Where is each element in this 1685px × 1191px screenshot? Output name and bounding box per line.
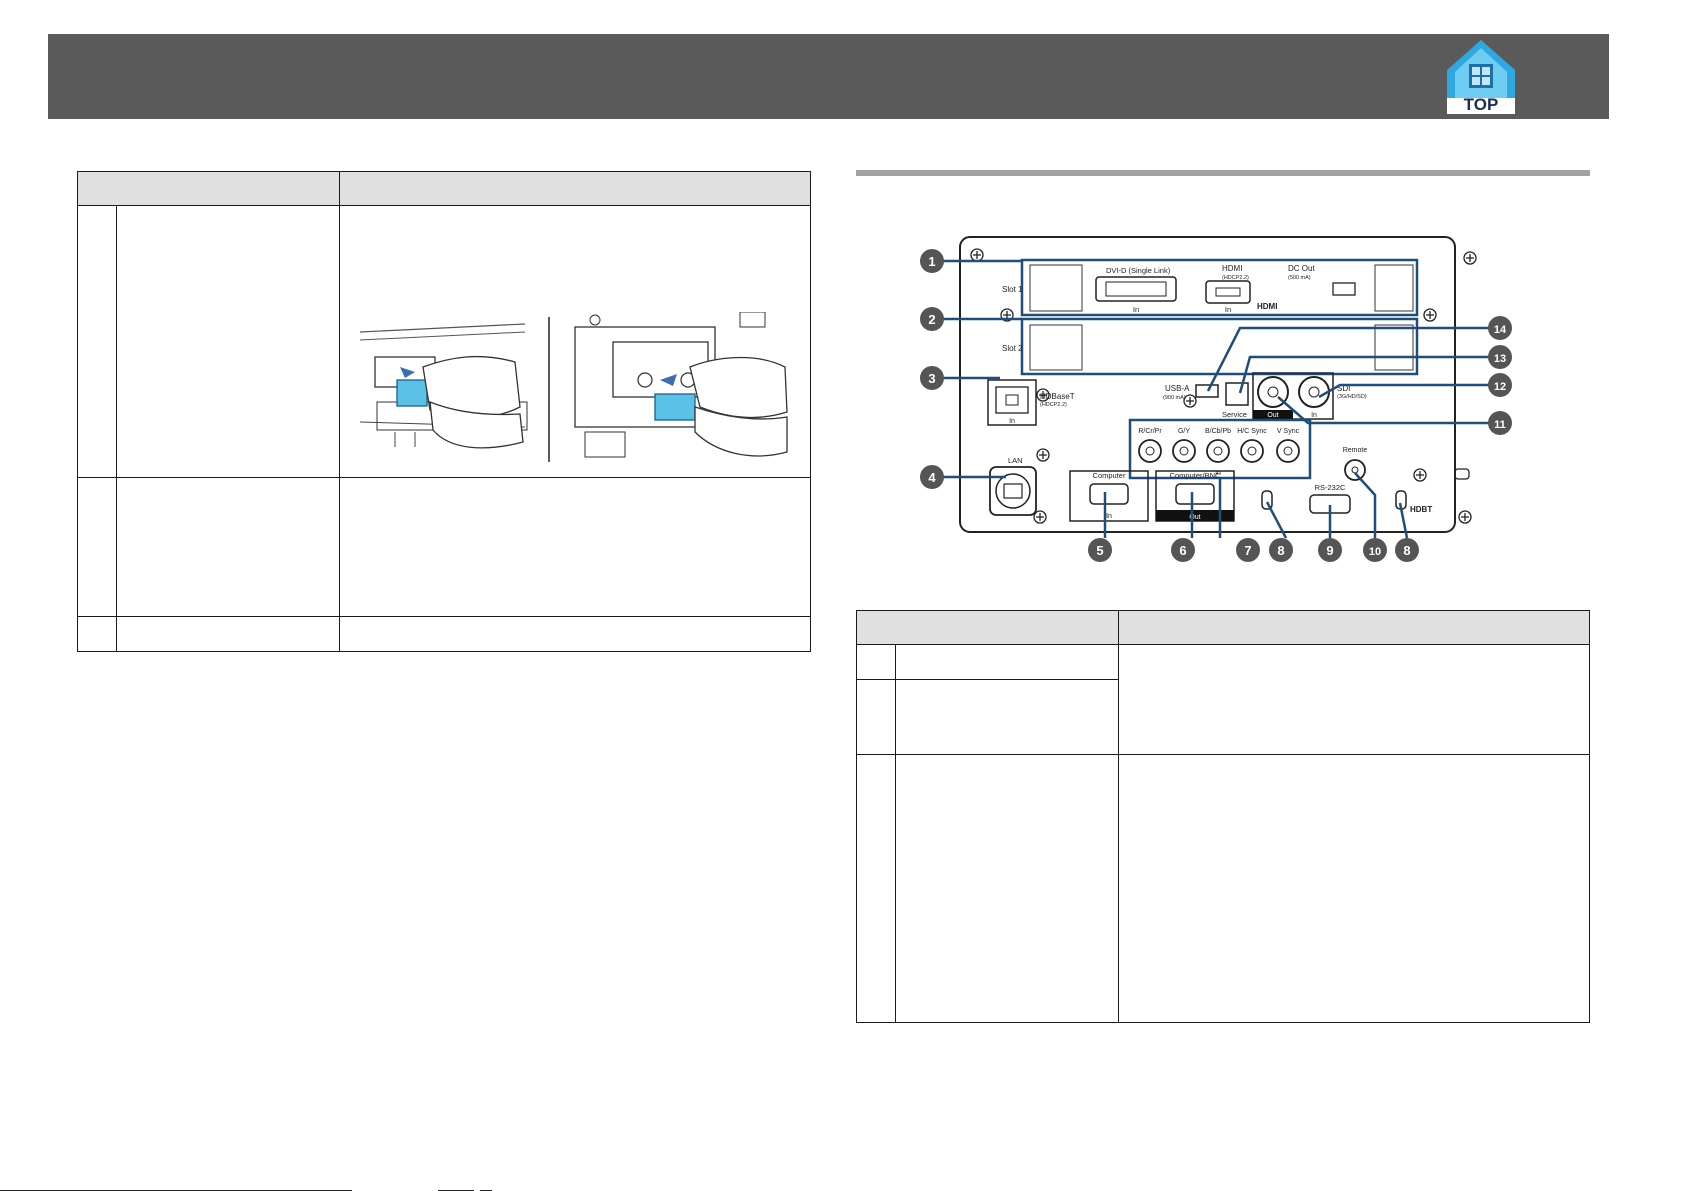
- hdbaset-sub-label: (HDCP2.2): [1040, 402, 1067, 408]
- usba-sub-label: (900 mA): [1163, 395, 1186, 401]
- dvi-label: DVI-D (Single Link): [1106, 266, 1171, 275]
- dcout-sub-label: (500 mA): [1288, 275, 1311, 281]
- table-header-row: [856, 610, 1591, 645]
- sdi-in-label: In: [1311, 412, 1317, 419]
- callout-10: 10: [1369, 546, 1381, 558]
- sdi-sub-label: (3G/HD/SD): [1337, 394, 1367, 400]
- computer-label: Computer: [1093, 471, 1126, 480]
- bnc-label: B/Cb/Pb: [1205, 428, 1231, 435]
- callout-12: 12: [1494, 381, 1506, 393]
- callout-8: 8: [1277, 543, 1284, 558]
- bnc-label: H/C Sync: [1237, 428, 1267, 435]
- callout-14: 14: [1494, 324, 1507, 336]
- rs232c-label: RS-232C: [1315, 483, 1346, 492]
- hdbt-logo: HDBT: [1410, 505, 1432, 514]
- dcout-label: DC Out: [1288, 264, 1315, 273]
- table-cell: [77, 616, 117, 652]
- callout-8b: 8: [1403, 543, 1410, 558]
- slot1-label: Slot 1: [1002, 285, 1023, 294]
- table-cell: [894, 754, 1119, 1023]
- table-row: [856, 644, 1591, 755]
- hdbaset-label: HDBaseT: [1040, 392, 1075, 401]
- hdbaset-in-label: In: [1009, 418, 1015, 425]
- left-scene: [359, 323, 528, 449]
- table-cell: [856, 644, 896, 680]
- table-cell: [338, 616, 812, 652]
- hdmi-in-label: In: [1225, 305, 1231, 314]
- table-cell: [338, 477, 812, 617]
- rear-interface-diagram: Slot 1 DVI-D (Single Link) In HDMI (HDCP…: [920, 236, 1512, 562]
- callout-2: 2: [928, 312, 935, 327]
- dvi-in-label: In: [1133, 305, 1139, 314]
- callout-5: 5: [1096, 543, 1103, 558]
- table-header-cell: [338, 171, 812, 206]
- table-header-cell: [77, 171, 340, 206]
- callout-4: 4: [928, 470, 936, 485]
- table-cell: [77, 477, 117, 617]
- table-cell: [1117, 754, 1591, 1023]
- table-cell: [894, 644, 1119, 680]
- hdmi-logo: HDMI: [1257, 302, 1277, 311]
- table-header-row: [77, 171, 812, 206]
- table-cell: [1117, 644, 1591, 755]
- callout-6: 6: [1179, 543, 1186, 558]
- bnc-label: V Sync: [1277, 428, 1300, 435]
- right-table: [856, 610, 1591, 1023]
- page-header-bar: [48, 34, 1609, 119]
- table-row: [77, 616, 812, 652]
- table-row: [77, 477, 812, 617]
- service-label: Service: [1222, 410, 1247, 419]
- remote-label: Remote: [1343, 447, 1368, 454]
- bnc-label: R/Cr/Pr: [1138, 428, 1162, 435]
- table-row: [856, 754, 1591, 1023]
- computer-bnc-label: Computer/BNC: [1170, 471, 1221, 480]
- table-cell: [894, 679, 1119, 755]
- sdi-out-label: Out: [1267, 412, 1278, 419]
- security-slot-icon: [1454, 468, 1470, 480]
- bnc-label: G/Y: [1178, 428, 1190, 435]
- table-cell: [856, 679, 896, 755]
- callout-1: 1: [928, 254, 935, 269]
- top-label[interactable]: TOP: [1447, 95, 1515, 115]
- table-cell: [115, 205, 340, 478]
- table-cell: [115, 616, 340, 652]
- table-cell: [115, 477, 340, 617]
- section-rule: [856, 170, 1590, 176]
- callout-9: 9: [1326, 543, 1333, 558]
- table-cell: [856, 754, 896, 1023]
- slot2-label: Slot 2: [1002, 344, 1023, 353]
- lan-label: LAN: [1008, 456, 1023, 465]
- cable-cover-illustration: [359, 312, 788, 462]
- hdmi-sub-label: (HDCP2.2): [1222, 275, 1249, 281]
- callout-13: 13: [1494, 353, 1506, 365]
- callout-3: 3: [928, 371, 935, 386]
- table-header-cell: [1117, 610, 1591, 645]
- table-header-cell: [856, 610, 1119, 645]
- right-scene: [574, 312, 788, 458]
- computer-in-label: In: [1106, 513, 1112, 520]
- table-cell: [77, 205, 117, 478]
- usba-label: USB-A: [1165, 384, 1190, 393]
- hdmi-label: HDMI: [1222, 264, 1242, 273]
- callout-11: 11: [1494, 419, 1506, 431]
- callout-7: 7: [1244, 543, 1251, 558]
